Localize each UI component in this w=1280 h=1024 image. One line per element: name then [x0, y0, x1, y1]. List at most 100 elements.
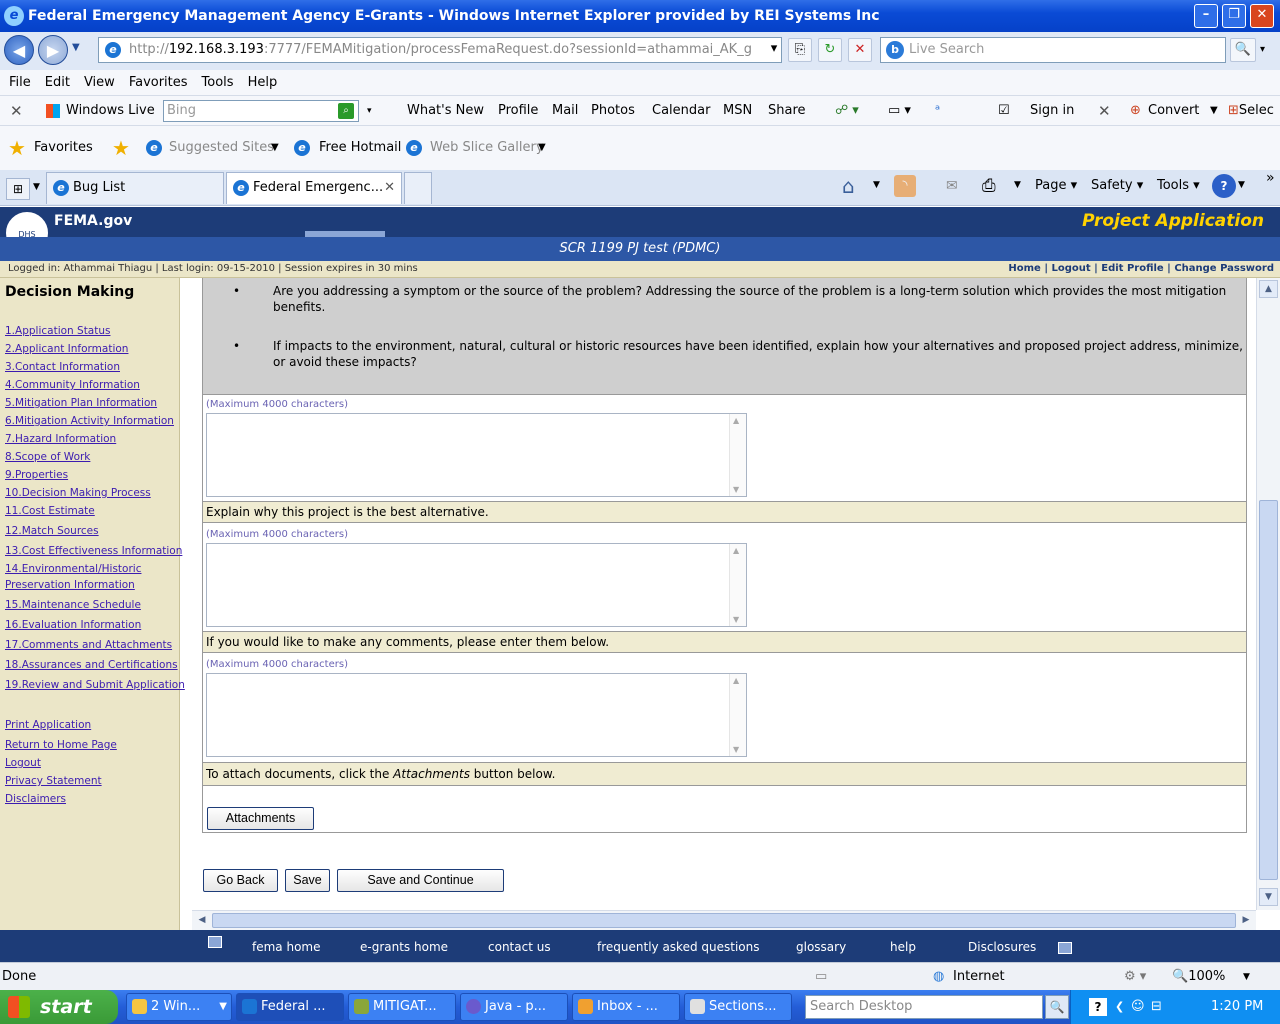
refresh-icon[interactable]: ↻: [818, 38, 842, 62]
attachments-button[interactable]: Attachments: [207, 807, 314, 830]
zoom-dropdown-icon[interactable]: ▼: [1243, 963, 1250, 991]
footer-link-disclosures[interactable]: Disclosures: [968, 930, 1036, 964]
close-button[interactable]: ✕: [1250, 4, 1274, 28]
home-link[interactable]: Home: [1008, 263, 1040, 274]
page-menu[interactable]: Page ▾: [1035, 178, 1077, 193]
desktop-search-input[interactable]: Search Desktop: [805, 995, 1043, 1019]
taskbar-item-sections[interactable]: Sections...: [684, 993, 792, 1021]
link-mail[interactable]: Mail: [552, 96, 578, 126]
tray-arrow-icon[interactable]: ❮: [1115, 990, 1124, 1024]
search-options-icon[interactable]: ▾: [1260, 44, 1265, 55]
start-button[interactable]: start: [0, 990, 118, 1024]
sidebar-item-mitigation-activity[interactable]: 6.Mitigation Activity Information: [5, 415, 174, 427]
stop-icon[interactable]: ✕: [848, 38, 872, 62]
sign-in-link[interactable]: Sign in: [1030, 96, 1074, 126]
return-home-link[interactable]: Return to Home Page: [5, 739, 117, 751]
help-dropdown-icon[interactable]: ▼: [1238, 180, 1245, 190]
save-button[interactable]: Save: [285, 869, 330, 892]
tab-federal-emergency[interactable]: e Federal Emergenc... ✕: [226, 172, 402, 204]
address-dropdown-icon[interactable]: ▾: [762, 38, 786, 62]
change-password-link[interactable]: Change Password: [1174, 263, 1274, 274]
tab-list-dropdown-icon[interactable]: ▼: [33, 182, 40, 192]
read-mail-icon[interactable]: ✉: [946, 178, 958, 194]
vertical-scrollbar[interactable]: ▲ ▼: [1256, 278, 1280, 910]
bing-search-input[interactable]: Bing ⌕: [163, 100, 359, 122]
clock[interactable]: 1:20 PM: [1211, 990, 1263, 1024]
rss-feed-icon[interactable]: ◝: [894, 175, 916, 197]
web-slice-dropdown-icon[interactable]: ▼: [538, 126, 546, 170]
compat-view-icon[interactable]: ⎘: [788, 38, 812, 62]
web-slice-gallery-link[interactable]: Web Slice Gallery: [430, 126, 544, 170]
taskbar-item-federal[interactable]: Federal ...: [236, 993, 344, 1021]
sidebar-item-application-status[interactable]: 1.Application Status: [5, 325, 110, 337]
free-hotmail-link[interactable]: Free Hotmail: [319, 126, 401, 170]
footer-link-faq[interactable]: frequently asked questions: [597, 930, 759, 964]
link-calendar[interactable]: Calendar: [652, 96, 710, 126]
sidebar-item-properties[interactable]: 9.Properties: [5, 469, 68, 481]
messenger-icon[interactable]: ▭ ▾: [888, 96, 911, 126]
go-back-button[interactable]: Go Back: [203, 869, 278, 892]
share-icon[interactable]: ☍ ▾: [835, 96, 859, 126]
suggested-dropdown-icon[interactable]: ▼: [271, 126, 279, 170]
scroll-thumb[interactable]: [1259, 500, 1278, 880]
horizontal-scrollbar[interactable]: ◀ ▶: [192, 910, 1256, 930]
sidebar-item-preservation-information[interactable]: Preservation Information: [5, 579, 135, 591]
translate-icon[interactable]: ᵃ: [935, 96, 940, 126]
logout-link[interactable]: Logout: [5, 757, 41, 769]
new-tab-button[interactable]: [404, 172, 432, 204]
close-toolbar2-icon[interactable]: ✕: [1098, 96, 1111, 126]
sidebar-item-maintenance-schedule[interactable]: 15.Maintenance Schedule: [5, 599, 141, 611]
tab-bug-list[interactable]: e Bug List: [46, 172, 224, 204]
best-alternative-textarea[interactable]: ▲ ▼: [206, 543, 747, 627]
forward-button[interactable]: ▶: [38, 35, 68, 65]
sidebar-item-cost-effectiveness[interactable]: 13.Cost Effectiveness Information: [5, 545, 182, 557]
footer-link-egrants-home[interactable]: e-grants home: [360, 930, 448, 964]
footer-link-contact-us[interactable]: contact us: [488, 930, 551, 964]
sidebar-item-decision-making[interactable]: 10.Decision Making Process: [5, 487, 151, 499]
sidebar-item-mitigation-plan[interactable]: 5.Mitigation Plan Information: [5, 397, 157, 409]
link-share[interactable]: Share: [768, 96, 806, 126]
textarea-scrollbar[interactable]: ▲ ▼: [729, 414, 746, 496]
privacy-statement-link[interactable]: Privacy Statement: [5, 775, 102, 787]
textarea-scrollbar[interactable]: ▲ ▼: [729, 544, 746, 626]
quick-tabs-icon[interactable]: ⊞: [6, 178, 30, 200]
favorites-button[interactable]: Favorites: [34, 126, 93, 170]
zoom-level[interactable]: 🔍100%: [1172, 963, 1225, 991]
bing-go-icon[interactable]: ⌕: [338, 103, 354, 119]
link-photos[interactable]: Photos: [591, 96, 635, 126]
footer-link-help[interactable]: help: [890, 930, 916, 964]
protected-mode-icon[interactable]: ⚙ ▾: [1124, 963, 1146, 991]
taskbar-item-windows[interactable]: 2 Win... ▼: [126, 993, 232, 1021]
add-favorite-icon[interactable]: ★: [112, 126, 130, 170]
scroll-down-icon[interactable]: ▼: [1259, 888, 1278, 906]
menu-view[interactable]: View: [84, 70, 115, 96]
scroll-right-icon[interactable]: ▶: [1238, 913, 1254, 928]
scroll-left-icon[interactable]: ◀: [194, 913, 210, 928]
hscroll-thumb[interactable]: [212, 913, 1236, 928]
link-whats-new[interactable]: What's New: [407, 96, 484, 126]
menu-tools[interactable]: Tools: [202, 70, 234, 96]
print-dropdown-icon[interactable]: ▼: [1014, 180, 1021, 190]
sidebar-item-comments-attachments[interactable]: 17.Comments and Attachments: [5, 639, 172, 651]
footer-link-fema-home[interactable]: fema home: [252, 930, 320, 964]
safety-menu[interactable]: Safety ▾: [1091, 178, 1143, 193]
print-icon[interactable]: ⎙: [982, 176, 996, 196]
sidebar-item-environmental-historic[interactable]: 14.Environmental/Historic: [5, 563, 141, 575]
desktop-search-go-icon[interactable]: 🔍: [1045, 995, 1069, 1019]
home-icon[interactable]: ⌂: [842, 174, 855, 198]
print-application-link[interactable]: Print Application: [5, 719, 91, 731]
close-tab-icon[interactable]: ✕: [384, 173, 395, 203]
tray-app-icon[interactable]: ☺: [1131, 990, 1145, 1024]
help-icon[interactable]: ?: [1212, 174, 1236, 198]
sidebar-item-assurances[interactable]: 18.Assurances and Certifications: [5, 659, 178, 671]
windows-live-label[interactable]: Windows Live: [66, 96, 155, 126]
restore-button[interactable]: ❐: [1222, 4, 1246, 28]
alternatives-textarea[interactable]: ▲ ▼: [206, 413, 747, 497]
search-go-icon[interactable]: 🔍: [1230, 38, 1256, 62]
sidebar-item-evaluation-information[interactable]: 16.Evaluation Information: [5, 619, 141, 631]
textarea-scrollbar[interactable]: ▲ ▼: [729, 674, 746, 756]
disclaimers-link[interactable]: Disclaimers: [5, 793, 66, 805]
convert-button[interactable]: Convert: [1148, 96, 1199, 126]
suggested-sites-link[interactable]: Suggested Sites: [169, 126, 274, 170]
edit-profile-link[interactable]: Edit Profile: [1101, 263, 1163, 274]
